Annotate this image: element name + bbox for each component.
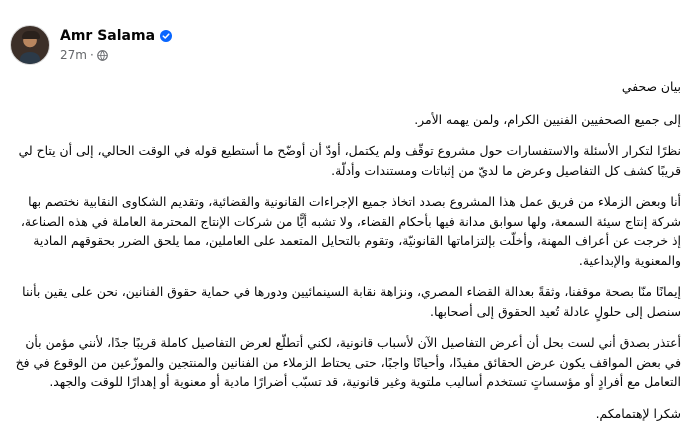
post-paragraph: أنا وبعض الزملاء من فريق عمل هذا المشروع… xyxy=(20,194,681,268)
post-paragraph: نظرًا لتكرار الأسئلة والاستفسارات حول مش… xyxy=(18,143,681,178)
post-paragraph: بيان صحفي xyxy=(621,79,681,94)
globe-icon[interactable] xyxy=(96,49,108,61)
post-paragraph: شكرا لإهتمامكم. xyxy=(595,405,681,421)
separator-dot: · xyxy=(89,48,94,62)
post-paragraph: إلى جميع الصحفيين الفنيين الكرام، ولمن ي… xyxy=(414,111,681,127)
post-meta: Amr Salama 27m · xyxy=(60,26,173,64)
avatar[interactable] xyxy=(10,25,50,65)
post-paragraph: أعتذر بصدق أني لست بحل أن أعرض التفاصيل … xyxy=(15,335,681,389)
timestamp-row: 27m · xyxy=(60,46,172,64)
author-row: Amr Salama xyxy=(60,26,173,46)
post-header: Amr Salama 27m · xyxy=(10,25,173,65)
verified-badge-icon xyxy=(160,30,173,42)
post-paragraph: إيمانًا منّا بصحة موقفنا، وثقةً بعدالة ا… xyxy=(22,284,681,319)
post-body: بيان صحفي إلى جميع الصحفيين الفنيين الكر… xyxy=(12,77,681,427)
post-time[interactable]: 27m xyxy=(60,48,87,62)
author-name[interactable]: Amr Salama xyxy=(60,28,155,44)
